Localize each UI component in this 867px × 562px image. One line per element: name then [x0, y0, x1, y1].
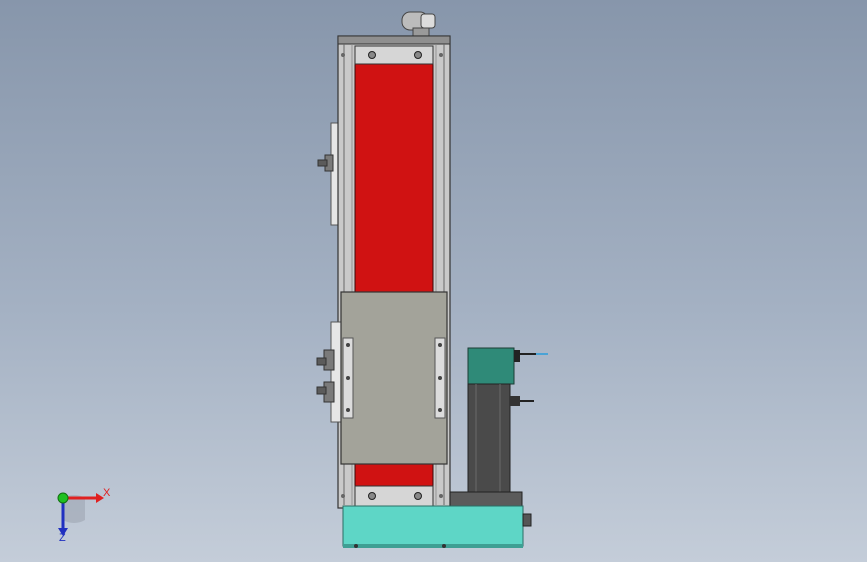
- graphics-viewport[interactable]: X Z: [0, 0, 867, 562]
- carriage: [340, 291, 448, 465]
- bottom-end-plate: [341, 485, 443, 507]
- axis-triad: X Z: [40, 478, 120, 548]
- base-plate: [342, 505, 532, 548]
- z-axis-label: Z: [59, 532, 66, 544]
- air-fitting: [401, 11, 436, 37]
- left-bracket-lower: [316, 321, 342, 423]
- left-bracket-upper: [317, 122, 341, 226]
- actuator-model[interactable]: [0, 0, 867, 562]
- top-end-plate: [341, 45, 443, 65]
- y-axis-dot: [57, 492, 69, 504]
- x-axis-label: X: [103, 487, 111, 499]
- motor-assembly: [449, 347, 548, 507]
